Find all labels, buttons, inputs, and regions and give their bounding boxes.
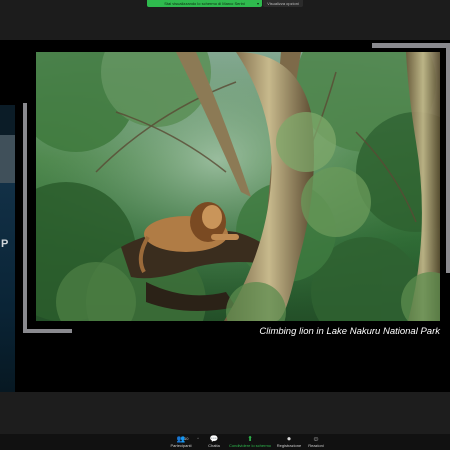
slide-frame-top (372, 43, 450, 48)
reactions-button[interactable]: ☺ Reazioni (296, 434, 336, 450)
participant-count: 10 (184, 436, 189, 441)
side-panel: P (0, 105, 15, 392)
lion-in-tree-photo (36, 52, 440, 321)
meeting-top-bar: Stai visualizzando lo schermo di Marco S… (0, 0, 450, 40)
reactions-icon: ☺ (312, 436, 320, 443)
chat-icon: 💬 (209, 436, 219, 443)
reactions-label: Reazioni (308, 443, 324, 448)
view-options-button[interactable]: Visualizza opzioni (263, 0, 303, 7)
view-options-label: Visualizza opzioni (267, 1, 299, 6)
side-panel-image (0, 183, 15, 392)
share-banner-text: Stai visualizzando lo schermo di Marco S… (164, 1, 245, 6)
slide-frame-bottom (23, 329, 72, 333)
slide-photo (36, 52, 440, 321)
screen-share-banner[interactable]: Stai visualizzando lo schermo di Marco S… (147, 0, 262, 7)
side-panel-letter: P (1, 238, 9, 250)
slide-frame-left (23, 103, 27, 333)
meeting-toolbar: 👥 10 ^ Partecipanti 💬 Chatta ⬆ Condivide… (0, 434, 450, 450)
side-thumbnail (0, 135, 15, 183)
meeting-window: Stai visualizzando lo schermo di Marco S… (0, 0, 450, 450)
filmstrip-area (0, 392, 450, 434)
share-screen-icon: ⬆ (247, 436, 253, 443)
slide-frame-right (446, 43, 450, 273)
chevron-down-icon: ▾ (256, 1, 259, 6)
photo-caption: Climbing lion in Lake Nakuru National Pa… (259, 326, 440, 337)
